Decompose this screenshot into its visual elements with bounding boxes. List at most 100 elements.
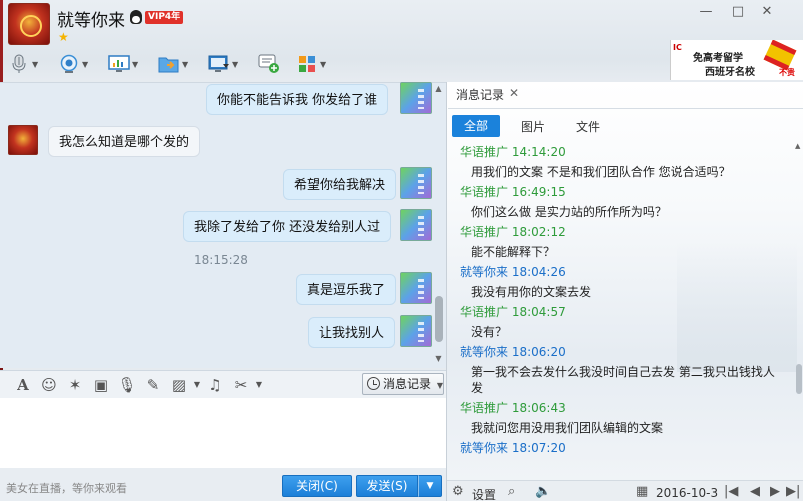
voice-message-icon[interactable]: 🎙 <box>114 374 140 396</box>
chat-window: 就等你来 VIP4年 ★ — □ ✕ ▼ ▼ ▼ ▼ ▼ ▼ IC 免高考留学 … <box>0 0 803 501</box>
send-button[interactable]: 发送(S) <box>356 475 418 497</box>
send-file-button[interactable]: ▼ <box>158 52 192 76</box>
contact-avatar-small[interactable] <box>8 125 38 155</box>
chevron-down-icon[interactable]: ▼ <box>192 374 202 396</box>
clock-icon <box>367 377 380 390</box>
history-entry-text: 我没有用你的文案去发 <box>471 285 592 299</box>
history-entry-text: 第一我不会去发什么我没时间自己去发 第二我只出钱找人发 <box>471 365 775 395</box>
chevron-down-icon[interactable]: ▼ <box>254 374 264 396</box>
font-icon[interactable]: A <box>10 374 36 396</box>
folder-send-icon <box>158 53 180 75</box>
search-icon[interactable]: ⌕ <box>508 484 515 499</box>
history-tab-title[interactable]: 消息记录 <box>456 86 504 103</box>
contact-avatar[interactable] <box>8 3 50 45</box>
speaker-icon[interactable]: 🔈 <box>535 484 551 499</box>
remote-desktop-icon <box>208 53 230 75</box>
history-entry-text: 能不能解释下？ <box>471 245 556 259</box>
ad-banner[interactable]: IC 免高考留学 西班牙名校 不贵 <box>670 40 803 80</box>
message-bubble-sent[interactable]: 你能不能告诉我 你发给了谁 <box>206 84 389 115</box>
chevron-down-icon[interactable]: ▼ <box>182 60 192 69</box>
emoji-icon[interactable]: ☺ <box>36 374 62 396</box>
screen-share-button[interactable]: ▼ <box>108 52 142 76</box>
magic-wand-icon[interactable]: ✶ <box>62 374 88 396</box>
close-tab-icon[interactable]: ✕ <box>509 86 519 100</box>
history-entry-header: 华语推广 16:49:15 <box>460 185 566 199</box>
vip-badge[interactable]: VIP4年 <box>145 11 184 24</box>
ad-logo: IC <box>673 43 682 52</box>
chat-add-icon <box>258 53 280 75</box>
history-log[interactable]: 华语推广 14:14:20 用我们的文案 不是和我们团队合作 您说合适吗？ 华语… <box>448 142 793 470</box>
settings-label[interactable]: 设置 <box>472 486 496 501</box>
message-bubble-sent[interactable]: 希望你给我解决 <box>283 169 397 200</box>
history-entry-header: 华语推广 18:02:12 <box>460 225 566 239</box>
last-page-icon[interactable]: ▶| <box>786 484 800 499</box>
history-scrollbar[interactable]: ▲ <box>795 142 803 442</box>
next-page-icon[interactable]: ▶ <box>770 484 780 499</box>
chevron-down-icon[interactable]: ▼ <box>132 60 142 69</box>
webcam-icon <box>58 53 80 75</box>
filter-tab-files[interactable]: 文件 <box>576 118 600 135</box>
scrollbar-thumb[interactable] <box>435 296 443 342</box>
message-history-button[interactable]: 消息记录 ▼ <box>362 373 444 395</box>
history-entry-header: 华语推广 18:04:57 <box>460 305 566 319</box>
chevron-down-icon[interactable]: ▼ <box>32 60 42 69</box>
history-date[interactable]: 2016-10-3 <box>656 486 718 500</box>
spain-flag-icon <box>763 40 797 71</box>
my-avatar[interactable] <box>400 272 432 304</box>
filter-tab-images[interactable]: 图片 <box>521 118 545 135</box>
my-avatar[interactable] <box>400 315 432 347</box>
monitor-icon <box>108 53 130 75</box>
image-icon[interactable]: ▨ <box>166 374 192 396</box>
chevron-down-icon[interactable]: ▼ <box>82 60 92 69</box>
history-entry-text: 你们这么做 是实力站的所作所为吗？ <box>471 205 667 219</box>
history-entry-text: 没有？ <box>471 325 508 339</box>
tab-divider <box>448 108 803 109</box>
video-call-button[interactable]: ▼ <box>58 52 92 76</box>
first-page-icon[interactable]: |◀ <box>724 484 738 499</box>
remote-desktop-button[interactable]: ▼ <box>208 52 242 76</box>
new-message-button[interactable] <box>258 52 280 76</box>
close-window-button[interactable]: ✕ <box>758 4 776 20</box>
promo-link[interactable]: 美女在直播，等你来观看 <box>6 480 127 496</box>
send-options-chevron-icon[interactable]: ▼ <box>418 475 442 497</box>
history-entry-text: 用我们的文案 不是和我们团队合作 您说合适吗？ <box>471 165 731 179</box>
history-entry-header: 华语推广 18:06:43 <box>460 401 566 415</box>
maximize-button[interactable]: □ <box>729 4 747 20</box>
my-avatar[interactable] <box>400 209 432 241</box>
message-bubble-received[interactable]: 我怎么知道是哪个发的 <box>48 126 201 157</box>
chevron-down-icon[interactable]: ▼ <box>320 60 330 69</box>
scroll-up-icon[interactable]: ▲ <box>433 84 444 93</box>
chevron-down-icon[interactable]: ▼ <box>232 60 242 69</box>
voice-call-button[interactable]: ▼ <box>8 52 42 76</box>
prev-page-icon[interactable]: ◀ <box>750 484 760 499</box>
message-bubble-sent[interactable]: 真是逗乐我了 <box>296 274 397 305</box>
scrollbar-thumb[interactable] <box>796 364 802 394</box>
history-entry-header: 就等你来 18:06:20 <box>460 345 566 359</box>
chat-scrollbar[interactable]: ▲ ▼ <box>433 84 444 364</box>
history-entry-header: 就等你来 18:04:26 <box>460 265 566 279</box>
microphone-icon <box>8 53 30 75</box>
apps-grid-icon <box>296 53 318 75</box>
filter-tab-all[interactable]: 全部 <box>452 115 500 137</box>
ad-line-1: 免高考留学 <box>693 53 743 64</box>
doodle-icon[interactable]: ✎ <box>140 374 166 396</box>
history-entry-header: 华语推广 14:14:20 <box>460 145 566 159</box>
message-input[interactable] <box>0 398 446 468</box>
scroll-up-icon[interactable]: ▲ <box>795 142 800 150</box>
message-bubble-sent[interactable]: 我除了发给了你 还没发给别人过 <box>183 211 392 242</box>
minimize-button[interactable]: — <box>697 4 715 20</box>
apps-button[interactable]: ▼ <box>296 52 330 76</box>
scissors-icon[interactable]: ✂ <box>228 374 254 396</box>
close-button[interactable]: 关闭(C) <box>282 475 352 497</box>
contact-name[interactable]: 就等你来 <box>57 6 125 31</box>
screen-capture-icon[interactable]: ▣ <box>88 374 114 396</box>
scroll-down-icon[interactable]: ▼ <box>433 354 444 363</box>
gear-icon[interactable]: ⚙ <box>452 484 464 499</box>
my-avatar[interactable] <box>400 82 432 114</box>
message-bubble-sent[interactable]: 让我找别人 <box>308 317 396 348</box>
calendar-icon[interactable]: ▦ <box>636 484 648 499</box>
my-avatar[interactable] <box>400 167 432 199</box>
qq-penguin-icon <box>130 10 142 24</box>
music-icon[interactable]: ♫ <box>202 374 228 396</box>
chevron-down-icon: ▼ <box>436 381 443 390</box>
